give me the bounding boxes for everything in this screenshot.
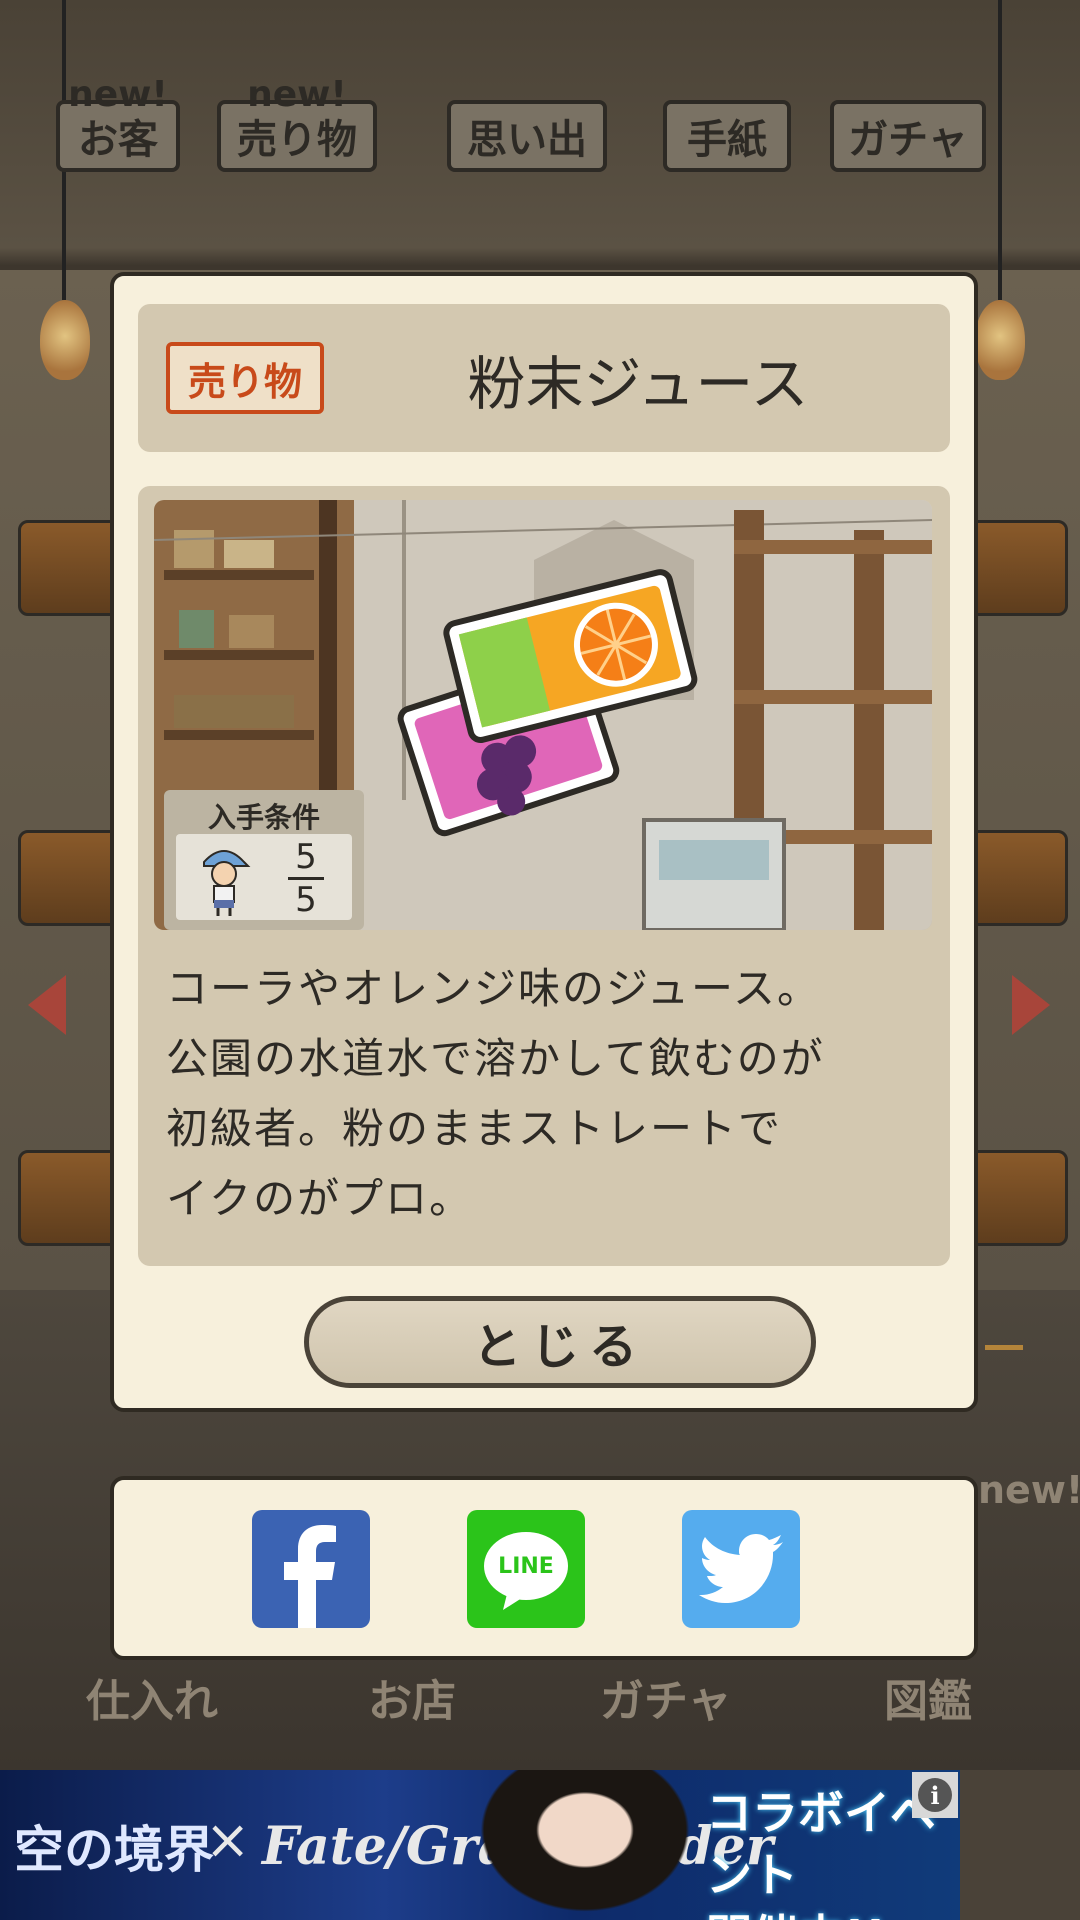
- share-panel: LINE: [110, 1476, 978, 1660]
- ad-event-line: 開催中!!: [706, 1906, 960, 1920]
- description-line: 公園の水道水で溶かして飲むのが: [166, 1034, 825, 1083]
- nav-gacha[interactable]: ガチャ: [600, 1665, 732, 1729]
- ad-side-filler: [960, 1770, 1080, 1920]
- item-title: 粉末ジュース: [467, 350, 809, 418]
- tab-label: ガチャ: [848, 117, 968, 163]
- description-line: 初級者。粉のままストレートで: [166, 1104, 783, 1153]
- background-divider: [985, 1345, 1023, 1350]
- ad-cross: ×: [205, 1808, 251, 1871]
- tab-gacha[interactable]: ガチャ: [830, 100, 986, 172]
- ad-title-left: 空の境界: [14, 1820, 214, 1879]
- dialog-body: 入手条件 5 5 コーラやオレンジ味のジュース。 公園の水道水で溶かして飲むのが…: [138, 486, 950, 1266]
- ad-banner[interactable]: 空の境界 × Fate/Grand Order コラボイベント 開催中!!: [0, 1770, 960, 1920]
- tab-label: 思い出: [467, 117, 587, 163]
- facebook-icon: [284, 1525, 336, 1628]
- tab-customers[interactable]: new! お客: [56, 74, 180, 172]
- close-button[interactable]: とじる: [304, 1296, 816, 1388]
- twitter-share-button[interactable]: [682, 1510, 800, 1628]
- ad-character-image: [470, 1770, 700, 1920]
- info-icon: i: [918, 1778, 952, 1812]
- item-detail-dialog: 売り物 粉末ジュース 入手条件 5 5 コーラやオレンジ味のジュース。 公園の水…: [110, 272, 978, 1412]
- description-line: イクのがプロ。: [166, 1174, 474, 1223]
- light-bulb-right: [975, 300, 1025, 380]
- condition-fraction: 5 5: [276, 838, 336, 919]
- tab-letters[interactable]: 手紙: [663, 100, 791, 172]
- description-line: コーラやオレンジ味のジュース。: [166, 964, 821, 1013]
- new-badge: new!: [247, 74, 347, 115]
- facebook-share-button[interactable]: [252, 1510, 370, 1628]
- tab-memories[interactable]: 思い出: [447, 100, 607, 172]
- nav-stock[interactable]: 仕入れ: [86, 1665, 218, 1729]
- condition-denominator: 5: [295, 880, 317, 920]
- tab-label: 手紙: [687, 117, 767, 163]
- item-description: コーラやオレンジ味のジュース。 公園の水道水で溶かして飲むのが 初級者。粉のまま…: [166, 954, 926, 1234]
- line-label: LINE: [498, 1553, 554, 1579]
- tab-label: 売り物: [237, 117, 357, 163]
- new-badge: new!: [68, 74, 168, 115]
- condition-numerator: 5: [295, 837, 317, 877]
- acquisition-condition: 入手条件 5 5: [164, 790, 364, 930]
- line-share-button[interactable]: LINE: [467, 1510, 585, 1628]
- bulb-wire-right: [998, 0, 1002, 300]
- light-bulb-left: [40, 300, 90, 380]
- ad-info-button[interactable]: i: [912, 1772, 958, 1818]
- prev-arrow-icon[interactable]: [28, 975, 66, 1035]
- next-arrow-icon[interactable]: [1012, 975, 1050, 1035]
- nav-shop[interactable]: お店: [368, 1665, 456, 1729]
- condition-box: 5 5: [176, 834, 352, 920]
- condition-label: 入手条件: [207, 801, 320, 834]
- tab-merchandise[interactable]: new! 売り物: [217, 74, 377, 172]
- nav-new-badge: new!: [978, 1468, 1080, 1512]
- nav-encyclopedia[interactable]: 図鑑: [884, 1665, 972, 1729]
- category-badge: 売り物: [166, 342, 324, 414]
- customer-boy-icon: [203, 850, 251, 916]
- dialog-header: 売り物 粉末ジュース: [138, 304, 950, 452]
- tab-label: お客: [78, 117, 158, 163]
- twitter-bird-icon: [699, 1534, 783, 1603]
- item-illustration: 入手条件 5 5: [154, 500, 932, 930]
